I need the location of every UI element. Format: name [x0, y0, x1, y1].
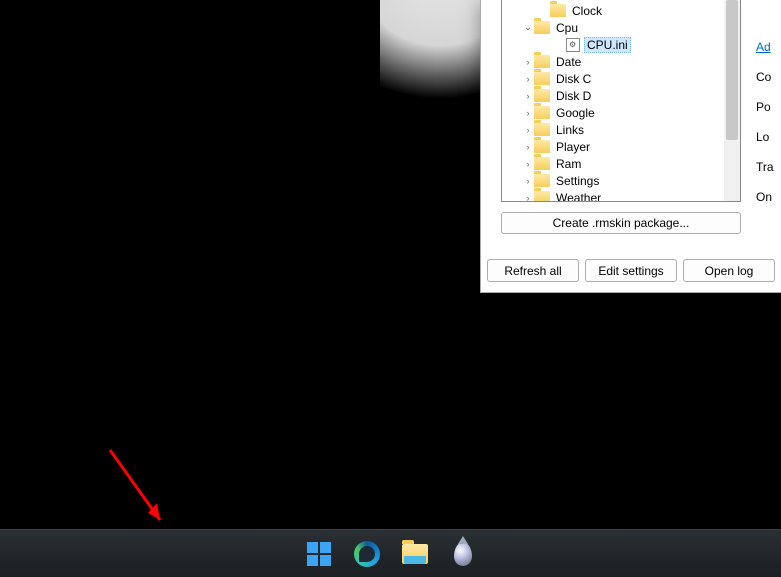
tree-item-ram[interactable]: › Ram: [502, 155, 740, 172]
folder-icon: [534, 123, 550, 136]
annotation-arrow: [105, 445, 175, 535]
folder-icon: [402, 544, 428, 564]
edge-icon: [354, 541, 380, 567]
tree-item-label: Clock: [570, 4, 604, 18]
taskbar: [0, 529, 781, 577]
folder-icon: [534, 174, 550, 187]
expander-icon[interactable]: ›: [522, 176, 534, 186]
expander-icon[interactable]: ›: [522, 142, 534, 152]
tree-item-label: Settings: [554, 174, 601, 188]
folder-icon: [534, 106, 550, 119]
refresh-all-button[interactable]: Refresh all: [487, 259, 579, 282]
raindrop-icon: [454, 542, 472, 566]
tree-item-label: CPU.ini: [584, 37, 631, 53]
expander-icon[interactable]: ›: [522, 108, 534, 118]
folder-icon: [534, 55, 550, 68]
expander-icon[interactable]: ›: [522, 193, 534, 203]
create-rmskin-button[interactable]: Create .rmskin package...: [501, 212, 741, 234]
rainmeter-button[interactable]: [443, 534, 483, 574]
tree-item-label: Ram: [554, 157, 583, 171]
edit-settings-button[interactable]: Edit settings: [585, 259, 677, 282]
tree-item-player[interactable]: › Player: [502, 138, 740, 155]
expander-icon[interactable]: ›: [522, 125, 534, 135]
folder-icon: [534, 191, 550, 202]
tree-item-disk-d[interactable]: › Disk D: [502, 87, 740, 104]
start-button[interactable]: [299, 534, 339, 574]
windows-icon: [307, 542, 331, 566]
tree-item-label: Weather: [554, 191, 603, 203]
tree-item-label: Date: [554, 55, 583, 69]
skins-tree[interactable]: Clock ⌄ Cpu CPU.ini › Date › Disk C › Disk D › Goog…: [502, 0, 740, 202]
tree-item-label: Disk D: [554, 89, 593, 103]
tree-item-links[interactable]: › Links: [502, 121, 740, 138]
tree-item-label: Disk C: [554, 72, 593, 86]
tree-item-settings[interactable]: › Settings: [502, 172, 740, 189]
rainmeter-manage-dialog: Clock ⌄ Cpu CPU.ini › Date › Disk C › Disk D › Goog…: [480, 0, 781, 293]
tree-item-date[interactable]: › Date: [502, 53, 740, 70]
tree-item-label: Google: [554, 106, 597, 120]
tree-item-disk-c[interactable]: › Disk C: [502, 70, 740, 87]
expander-icon[interactable]: ›: [522, 57, 534, 67]
position-label: Po: [756, 100, 774, 130]
scrollbar-thumb[interactable]: [726, 0, 738, 140]
ini-file-icon: [566, 38, 580, 52]
folder-icon: [534, 157, 550, 170]
transparency-label: Tra: [756, 160, 774, 190]
folder-icon: [534, 21, 550, 34]
folder-icon: [534, 140, 550, 153]
load-order-label: Lo: [756, 130, 774, 160]
expander-icon[interactable]: ›: [522, 91, 534, 101]
folder-icon: [534, 72, 550, 85]
dialog-bottom-buttons: Refresh all Edit settings Open log: [487, 259, 775, 282]
right-settings-labels: Ad Co Po Lo Tra On: [756, 40, 774, 220]
expander-icon[interactable]: ›: [522, 74, 534, 84]
tree-item-label: Cpu: [554, 21, 580, 35]
tree-item-google[interactable]: › Google: [502, 104, 740, 121]
skins-tree-panel: Clock ⌄ Cpu CPU.ini › Date › Disk C › Disk D › Goog…: [501, 0, 741, 202]
coordinates-label: Co: [756, 70, 774, 100]
tree-scrollbar[interactable]: [724, 0, 740, 201]
expander-icon[interactable]: ⌄: [522, 22, 534, 33]
tree-item-cpu-ini[interactable]: CPU.ini: [502, 36, 740, 53]
tree-item-cpu[interactable]: ⌄ Cpu: [502, 19, 740, 36]
edge-button[interactable]: [347, 534, 387, 574]
file-explorer-button[interactable]: [395, 534, 435, 574]
tree-item-clock[interactable]: Clock: [502, 2, 740, 19]
tree-item-label: Player: [554, 140, 592, 154]
tree-item-label: Links: [554, 123, 586, 137]
on-hover-label: On: [756, 190, 774, 220]
expander-icon[interactable]: ›: [522, 159, 534, 169]
active-link-label[interactable]: Ad: [756, 40, 774, 70]
folder-icon: [534, 89, 550, 102]
tree-item-weather[interactable]: › Weather: [502, 189, 740, 202]
folder-icon: [550, 4, 566, 17]
open-log-button[interactable]: Open log: [683, 259, 775, 282]
